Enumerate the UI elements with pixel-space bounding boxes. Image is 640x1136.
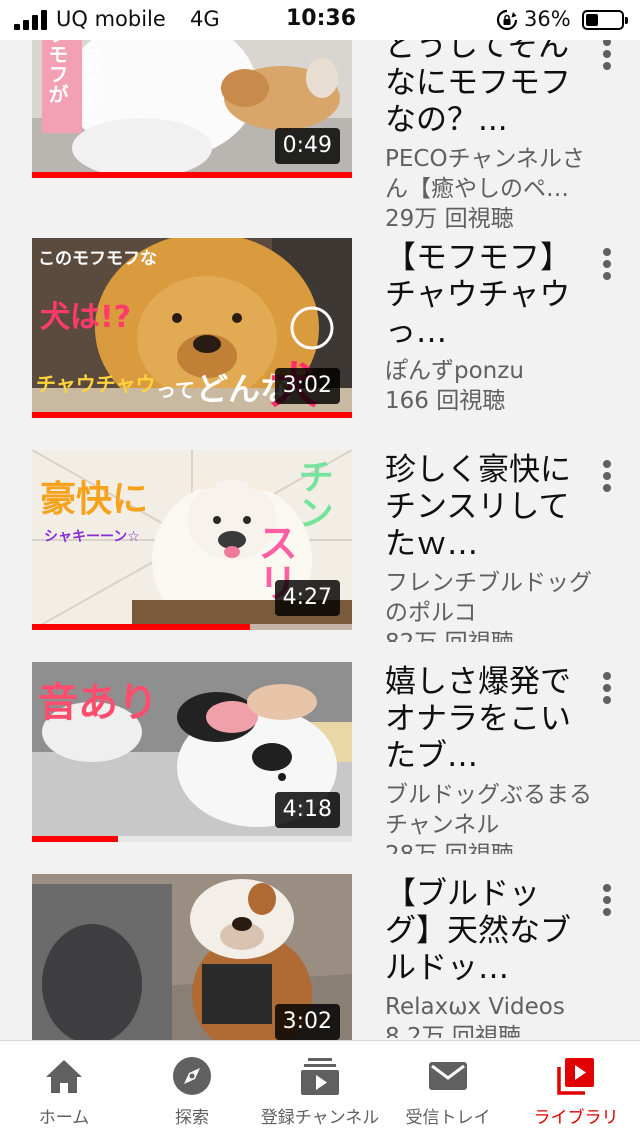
video-thumbnail[interactable]: 音あり 4:18: [32, 662, 352, 842]
video-duration: 0:49: [274, 128, 340, 164]
nav-label: 受信トレイ: [405, 1108, 491, 1128]
thumbnail-caption: って: [156, 378, 195, 402]
battery-percent: 36%: [524, 7, 571, 31]
more-options-icon[interactable]: [596, 36, 618, 76]
bottom-navigation: ホーム 探索 登録チャンネル 受信トレイ ライブラリ: [0, 1040, 640, 1136]
video-title[interactable]: 【モフモフ】チャウチャウっ…: [385, 240, 585, 351]
thumbnail-caption: 豪快に: [40, 479, 149, 520]
watch-progress-bar: [32, 624, 250, 630]
view-count: 29万 回視聴: [385, 206, 514, 232]
channel-name[interactable]: ブルドッグぶるまるチャンネル: [385, 780, 595, 840]
network-type: 4G: [190, 7, 220, 31]
video-duration: 3:02: [274, 1004, 340, 1040]
channel-name[interactable]: ぽんずponzu: [385, 356, 595, 386]
channel-name[interactable]: Relaxωx Videos: [385, 992, 595, 1022]
channel-name[interactable]: PECOチャンネルさん【癒やしのペ…: [385, 144, 595, 204]
thumbnail-caption: チン: [292, 458, 333, 530]
video-duration: 4:18: [274, 792, 340, 828]
status-bar: UQ mobile 4G 10:36 36%: [0, 0, 640, 40]
library-icon: [557, 1058, 594, 1095]
thumbnail-caption: 音あり: [38, 680, 158, 726]
more-options-icon[interactable]: [596, 458, 618, 498]
video-thumbnail[interactable]: 豪快に シャキーーン☆ チン スリ 4:27: [32, 450, 352, 630]
signal-strength-icon: [14, 10, 48, 30]
home-icon: [46, 1060, 82, 1093]
more-options-icon[interactable]: [596, 670, 618, 710]
video-duration: 3:02: [274, 368, 340, 404]
nav-item-explore[interactable]: 探索: [128, 1041, 256, 1136]
subscriptions-icon: [301, 1058, 339, 1095]
nav-item-home[interactable]: ホーム: [0, 1041, 128, 1136]
video-thumbnail[interactable]: このモフモフな 犬は!? チャウチャウ って どんな 犬 3:02: [32, 238, 352, 418]
nav-label: ホーム: [38, 1108, 90, 1128]
view-count: 82万 回視聴: [385, 628, 595, 642]
battery-icon: [582, 10, 628, 30]
mail-icon: [429, 1062, 467, 1090]
nav-label: 登録チャンネル: [260, 1108, 380, 1128]
nav-item-library[interactable]: ライブラリ: [512, 1041, 640, 1136]
watch-progress-bar: [32, 172, 352, 178]
more-options-icon[interactable]: [596, 882, 618, 922]
video-title[interactable]: どうしてそんなにモフモフなの？...: [385, 28, 585, 139]
status-time: 10:36: [286, 6, 357, 31]
rotation-lock-icon: [496, 9, 518, 31]
view-count: 8.2万 回視聴: [385, 1024, 521, 1038]
video-feed[interactable]: モフモフが 止められない… 0:49 どうしてそんなにモフモフなの？... PE…: [0, 0, 640, 1040]
nav-label: ライブラリ: [533, 1108, 619, 1128]
more-options-icon[interactable]: [596, 246, 618, 286]
video-title[interactable]: 珍しく豪快にチンスリしてたｗ…: [385, 452, 585, 563]
view-count: 28万 回視聴: [385, 840, 595, 854]
nav-label: 探索: [175, 1108, 209, 1128]
video-title[interactable]: 【ブルドッグ】天然なブルドッ…: [385, 876, 585, 987]
video-item[interactable]: このモフモフな 犬は!? チャウチャウ って どんな 犬 3:02 【モフモフ】…: [0, 238, 640, 450]
carrier-name: UQ mobile: [56, 7, 166, 31]
video-duration: 4:27: [274, 580, 340, 616]
view-count: 166 回視聴: [385, 388, 506, 414]
compass-icon: [173, 1057, 211, 1095]
video-item[interactable]: 3:02 【ブルドッグ】天然なブルドッ… Relaxωx Videos 8.2万…: [0, 874, 640, 1040]
channel-name[interactable]: フレンチブルドッグのポルコ: [385, 568, 595, 628]
watch-progress-bar: [32, 836, 119, 842]
thumbnail-caption: シャキーーン☆: [44, 529, 140, 545]
video-thumbnail[interactable]: 3:02: [32, 874, 352, 1040]
thumbnail-caption: このモフモフな: [38, 249, 157, 269]
video-title[interactable]: 嬉しさ爆発でオナラをこいたブ…: [385, 664, 585, 775]
video-item[interactable]: 音あり 4:18 嬉しさ爆発でオナラをこいたブ… ブルドッグぶるまるチャンネル …: [0, 662, 640, 874]
nav-item-subscriptions[interactable]: 登録チャンネル: [256, 1041, 384, 1136]
watch-progress-bar: [32, 412, 352, 418]
video-item[interactable]: 豪快に シャキーーン☆ チン スリ 4:27 珍しく豪快にチンスリしてたｗ… フ…: [0, 450, 640, 662]
nav-item-inbox[interactable]: 受信トレイ: [384, 1041, 512, 1136]
thumbnail-caption: チャウチャウ: [36, 372, 156, 396]
thumbnail-caption: 犬は!?: [40, 300, 132, 335]
